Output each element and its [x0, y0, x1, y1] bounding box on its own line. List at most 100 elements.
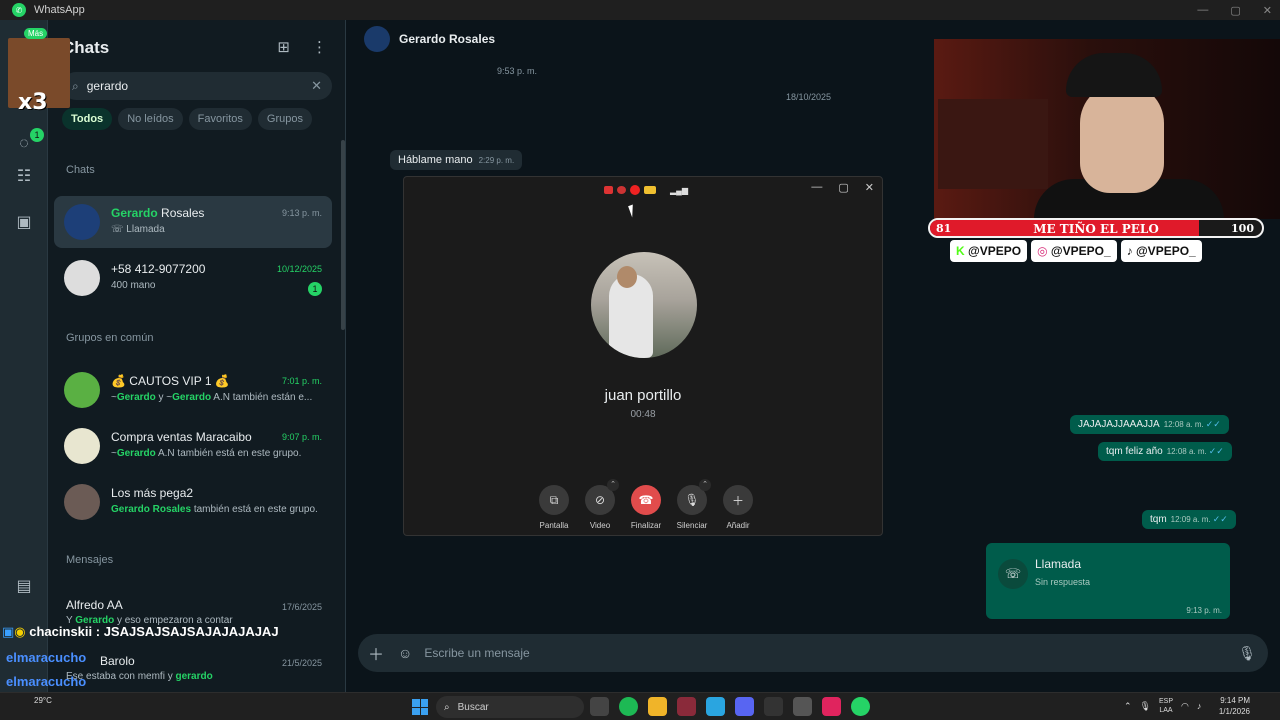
add-participant-button[interactable]: ＋ Añadir — [722, 485, 754, 530]
filter-grupos[interactable]: Grupos — [257, 108, 312, 130]
close-icon[interactable]: ✕ — [1263, 4, 1272, 17]
whatsapp-logo-icon: ✆ — [12, 3, 26, 17]
microphone-icon[interactable]: 🎙 — [1238, 645, 1256, 662]
group-row-los-mas-pega2[interactable]: Los más pega2 Gerardo Rosales también es… — [54, 476, 332, 528]
group-preview: Gerardo Rosales también está en este gru… — [111, 504, 318, 515]
windows-taskbar: 29°C ⌕ Buscar ⌃ 🎙 ESP LAA ◠ ♪ 9:14 PM 1/1… — [0, 692, 1280, 720]
chat-preview: 400 mano — [111, 280, 156, 291]
date-divider: 18/10/2025 — [786, 92, 832, 102]
video-button[interactable]: ⊘ ⌃ Video — [584, 479, 619, 530]
hang-up-icon: ☎ — [631, 485, 661, 515]
telegram-icon[interactable] — [706, 697, 725, 716]
incoming-message: Háblame mano 2:29 p. m. — [390, 150, 523, 170]
system-tray: ⌃ 🎙 ESP LAA ◠ ♪ — [1124, 697, 1201, 715]
call-bubble-time: 9:13 p. m. — [1186, 606, 1222, 615]
archive-icon[interactable]: ▣ — [12, 210, 36, 234]
volume-icon[interactable]: ♪ — [1197, 701, 1202, 711]
badge-icon: ▣ — [2, 624, 15, 639]
end-call-button[interactable]: ☎ Finalizar — [630, 485, 662, 530]
clear-search-icon[interactable]: ✕ — [311, 78, 322, 94]
record-dot-icon — [630, 185, 640, 195]
chevron-up-icon: ⌃ — [607, 479, 619, 491]
sidebar-scrollbar[interactable] — [341, 140, 345, 330]
mute-button[interactable]: 🎙 ⌃ Silenciar — [676, 479, 711, 530]
chat-line: elmaracucho — [6, 650, 87, 665]
microphone-icon[interactable]: 🎙 — [1140, 701, 1151, 712]
filter-todos[interactable]: Todos — [62, 108, 113, 130]
hand-icon — [644, 186, 656, 194]
wifi-icon[interactable]: ◠ — [1181, 701, 1189, 712]
capcut-icon[interactable] — [764, 697, 783, 716]
call-window: ▂▄▆ — ▢ ✕ juan portillo 00:48 ⧉ Pantalla… — [403, 176, 883, 536]
kick-handle: K @VPEPO — [950, 240, 1028, 262]
video-off-icon: ⊘ ⌃ — [585, 479, 619, 515]
mic-indicator-icon — [617, 186, 626, 194]
badge-icon: ◉ — [14, 624, 26, 639]
new-chat-icon[interactable]: ⊞ — [277, 38, 290, 56]
chat-row-gerardo-rosales[interactable]: Gerardo Rosales ☏ Llamada 9:13 p. m. — [54, 196, 332, 248]
search-icon: ⌕ — [444, 701, 450, 713]
chevron-up-icon[interactable]: ⌃ — [1124, 701, 1132, 712]
chrome-icon[interactable] — [793, 697, 812, 716]
maximize-icon[interactable]: ▢ — [1230, 4, 1240, 17]
chat-name: Gerardo Rosales — [111, 206, 205, 220]
message-input[interactable]: Escribe un mensaje — [424, 646, 529, 660]
minimize-icon[interactable]: — — [1197, 4, 1208, 16]
kick-icon: K — [956, 244, 965, 258]
group-row-compra-ventas[interactable]: Compra ventas Maracaibo ~Gerardo A.N tam… — [54, 420, 332, 472]
status-badge: 1 — [30, 128, 44, 142]
task-view-icon[interactable] — [590, 697, 609, 716]
call-window-titlebar[interactable]: ▂▄▆ — ▢ ✕ — [404, 177, 882, 201]
attach-plus-icon[interactable]: ＋ — [368, 641, 384, 665]
tiktok-icon[interactable] — [822, 697, 841, 716]
emoji-icon[interactable]: ☺ — [398, 645, 412, 661]
call-indicators: ▂▄▆ — [604, 185, 688, 195]
communities-icon[interactable]: ☷ — [12, 164, 36, 188]
more-options-icon[interactable]: ⋮ — [312, 38, 327, 56]
stream-emote-overlay: Más x3 — [8, 28, 70, 115]
weather-widget[interactable]: 29°C — [34, 696, 52, 705]
window-controls: — ▢ ✕ — [1197, 0, 1272, 20]
read-receipt-icon: ✓✓ — [1208, 446, 1224, 456]
discord-icon[interactable] — [735, 697, 754, 716]
taskbar-clock[interactable]: 9:14 PM 1/1/2026 — [1219, 695, 1250, 717]
start-button[interactable] — [412, 699, 428, 715]
section-messages-label: Mensajes — [66, 554, 114, 566]
call-window-controls: — ▢ ✕ — [811, 181, 874, 194]
message-sender: Barolo — [100, 654, 135, 668]
left-rail: ◌ 1 ☷ ▣ ▤ — [0, 20, 48, 692]
maximize-icon[interactable]: ▢ — [838, 181, 848, 194]
caller-avatar — [591, 252, 697, 358]
close-icon[interactable]: ✕ — [865, 181, 874, 194]
spotify-icon[interactable] — [619, 697, 638, 716]
instagram-handle: ◎ @VPEPO_ — [1031, 240, 1117, 262]
avatar — [64, 428, 100, 464]
message-date: 21/5/2025 — [281, 658, 322, 668]
missed-call-bubble[interactable]: ☏ Llamada Sin respuesta 9:13 p. m. — [986, 543, 1230, 619]
phone-call-icon: ☏ — [998, 559, 1028, 589]
social-handles: K @VPEPO ◎ @VPEPO_ ♪ @VPEPO_ — [950, 240, 1202, 262]
language-indicator[interactable]: ESP LAA — [1159, 697, 1173, 715]
group-preview: ~Gerardo A.N también está en este grupo. — [111, 448, 302, 459]
message-row-barolo[interactable]: Barolo 21/5/2025 Ese estaba con memfi y … — [54, 646, 332, 686]
contact-name[interactable]: Gerardo Rosales — [399, 32, 495, 46]
filter-no-leidos[interactable]: No leídos — [118, 108, 183, 130]
group-row-cautos-vip[interactable]: 💰 CAUTOS VIP 1 💰 ~Gerardo y ~Gerardo A.N… — [54, 364, 332, 416]
media-icon[interactable]: ▤ — [12, 574, 36, 598]
section-chats-label: Chats — [66, 164, 95, 176]
chat-row-phone[interactable]: +58 412-9077200 400 mano 10/12/2025 1 — [54, 252, 332, 304]
screen-share-button[interactable]: ⧉ Pantalla — [538, 485, 570, 530]
search-input[interactable] — [86, 79, 287, 93]
whatsapp-icon[interactable] — [851, 697, 870, 716]
search-box[interactable]: ⌕ ✕ — [62, 72, 332, 100]
group-name: Compra ventas Maracaibo — [111, 430, 252, 444]
file-explorer-icon[interactable] — [648, 697, 667, 716]
filter-favoritos[interactable]: Favoritos — [188, 108, 252, 130]
taskbar-search[interactable]: ⌕ Buscar — [436, 696, 584, 718]
contact-avatar[interactable] — [364, 26, 390, 52]
minimize-icon[interactable]: — — [811, 181, 822, 194]
chevron-up-icon: ⌃ — [699, 479, 711, 491]
app-icon[interactable] — [677, 697, 696, 716]
webcam-overlay — [934, 39, 1280, 219]
screen-share-icon: ⧉ — [539, 485, 569, 515]
